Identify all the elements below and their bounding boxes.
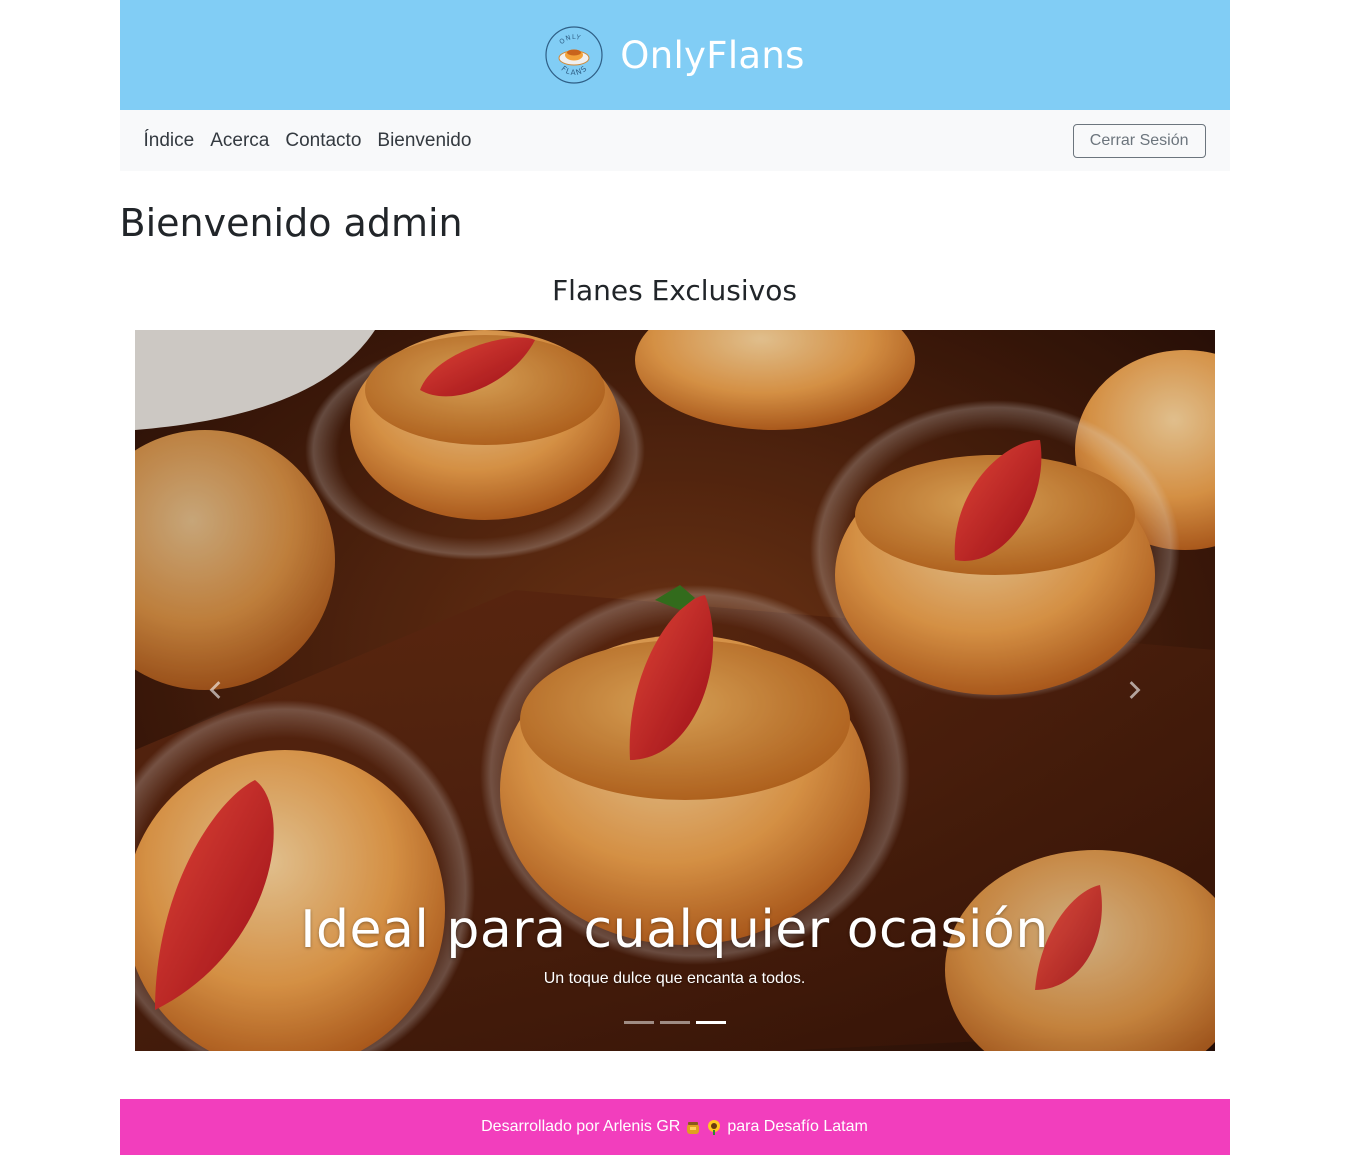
footer-text: Desarrollado por Arlenis GR para Desafío… bbox=[481, 1118, 868, 1136]
logout-button[interactable]: Cerrar Sesión bbox=[1072, 123, 1206, 158]
footer-text-after: para Desafío Latam bbox=[727, 1118, 868, 1135]
welcome-heading: Bienvenido admin bbox=[119, 201, 463, 245]
carousel: Ideal para cualquier ocasión Un toque du… bbox=[134, 330, 1215, 1051]
brand-name: OnlyFlans bbox=[620, 33, 805, 77]
nav-links: Índice Acerca Contacto Bienvenido bbox=[144, 130, 472, 152]
nav-link-bienvenido[interactable]: Bienvenido bbox=[377, 130, 471, 152]
carousel-indicator[interactable] bbox=[659, 1021, 690, 1024]
brand[interactable]: ONLY FLANS OnlyFlans bbox=[544, 25, 804, 85]
honey-pot-icon bbox=[687, 1122, 700, 1134]
nav-link-indice[interactable]: Índice bbox=[144, 130, 195, 152]
caption-text: Un toque dulce que encanta a todos. bbox=[543, 970, 806, 987]
chevron-left-icon bbox=[209, 681, 220, 699]
navbar: Índice Acerca Contacto Bienvenido Cerrar… bbox=[119, 110, 1230, 171]
nav-link-acerca[interactable]: Acerca bbox=[210, 130, 269, 152]
carousel-prev-button[interactable] bbox=[201, 675, 231, 705]
caption-title: Ideal para cualquier ocasión bbox=[300, 900, 1049, 960]
carousel-next-button[interactable] bbox=[1119, 675, 1149, 705]
site-footer: Desarrollado por Arlenis GR para Desafío… bbox=[119, 1099, 1230, 1155]
onlyflans-logo-icon: ONLY FLANS bbox=[545, 26, 603, 84]
carousel-caption: Ideal para cualquier ocasión Un toque du… bbox=[135, 900, 1215, 988]
site-header: ONLY FLANS OnlyFlans bbox=[119, 0, 1230, 110]
chevron-right-icon bbox=[1129, 681, 1140, 699]
section-title: Flanes Exclusivos bbox=[552, 274, 797, 307]
nav-link-contacto[interactable]: Contacto bbox=[285, 130, 361, 152]
sunflower-icon bbox=[708, 1120, 721, 1135]
carousel-indicator-active[interactable] bbox=[695, 1021, 726, 1024]
carousel-indicator[interactable] bbox=[623, 1021, 654, 1024]
footer-text-before: Desarrollado por Arlenis GR bbox=[481, 1118, 681, 1135]
carousel-indicators bbox=[135, 1021, 1215, 1024]
